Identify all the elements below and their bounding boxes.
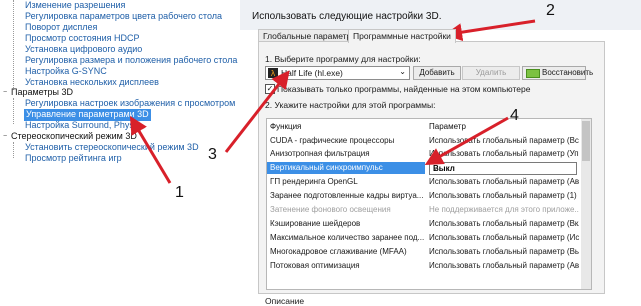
arrow-to-tree-item <box>129 115 172 184</box>
annotation-number-1: 1 <box>175 184 184 201</box>
tab-program-settings[interactable]: Программные настройки <box>348 29 456 43</box>
arrow-to-program-tab <box>444 19 536 42</box>
annotation-number-4: 4 <box>510 107 519 124</box>
annotation-arrows <box>129 19 536 184</box>
arrow-to-program-select <box>224 70 290 153</box>
annotation-number-2: 2 <box>546 2 555 19</box>
arrow-to-vsync-row <box>424 116 509 165</box>
annotation-number-3: 3 <box>208 146 217 163</box>
